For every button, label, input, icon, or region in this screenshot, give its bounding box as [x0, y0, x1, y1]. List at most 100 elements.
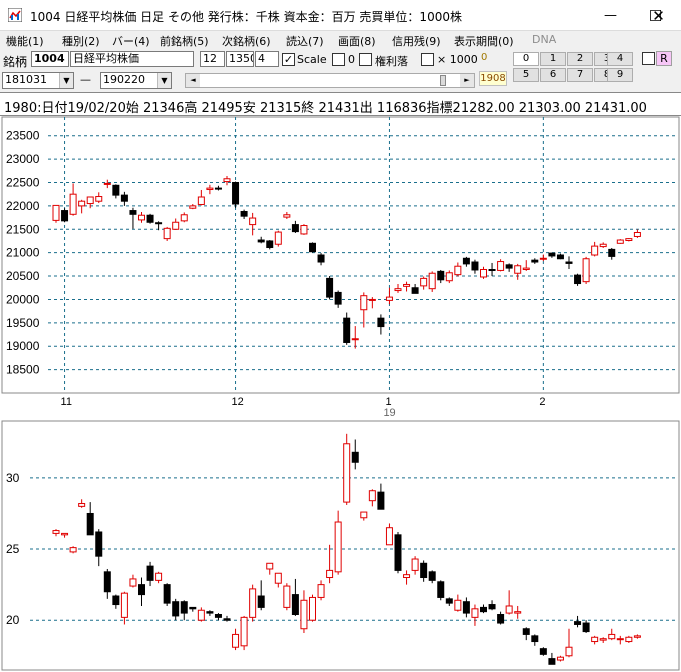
num-button-7[interactable]: 7	[567, 68, 593, 82]
menu-dna: DNA	[532, 33, 557, 46]
candle-body	[385, 296, 393, 301]
candle-body	[616, 638, 624, 641]
candle-body	[52, 204, 60, 221]
price-candle	[616, 239, 624, 244]
stock-code-field[interactable]: 1004	[31, 51, 69, 67]
candle-body	[531, 635, 539, 643]
candle-body	[283, 214, 291, 218]
num-button-1[interactable]: 1	[540, 52, 566, 66]
candle-body	[240, 616, 248, 647]
r-checkbox[interactable]	[642, 52, 655, 65]
candle-body	[445, 272, 453, 282]
close-icon: ✕	[652, 6, 665, 25]
param2-field[interactable]: 1350	[226, 51, 254, 67]
num-button-9[interactable]: 9	[607, 68, 633, 82]
y-tick-label: 22000	[6, 199, 40, 213]
from-date-value: 181031	[5, 73, 47, 86]
price-candle	[625, 238, 633, 242]
candle-body	[172, 601, 180, 617]
y-tick-label: 19000	[6, 339, 40, 353]
num-button-6[interactable]: 6	[540, 68, 566, 82]
stock-name-field[interactable]: 日経平均株価	[70, 51, 194, 67]
zero-checkbox[interactable]	[332, 53, 345, 66]
scale-checkbox[interactable]: ✓	[282, 53, 295, 66]
kenri-checkbox[interactable]	[359, 53, 372, 66]
zero-label: 0	[348, 53, 355, 66]
candle-body	[197, 196, 205, 205]
menu-next-stock[interactable]: 次銘柄(6)	[222, 33, 271, 49]
x1000-checkbox[interactable]	[421, 53, 434, 66]
candle-body	[403, 574, 411, 579]
title-bar[interactable]: 1004 日経平均株価 日足 その他 発行株：千株 資本金：百万 売買単位：10…	[0, 0, 681, 31]
menu-kinou[interactable]: 機能(1)	[6, 33, 44, 49]
candle-body	[112, 595, 120, 606]
price-candle	[300, 224, 308, 235]
candle-body	[69, 193, 77, 215]
scroll-right-button[interactable]: ►	[460, 74, 474, 87]
scroll-thumb[interactable]	[440, 75, 446, 86]
y-tick-label: 21000	[6, 246, 40, 260]
y-tick-label: 19500	[6, 316, 40, 330]
candle-body	[394, 534, 402, 571]
menu-shubetsu[interactable]: 種別(2)	[62, 33, 100, 49]
candle-body	[411, 558, 419, 571]
candle-body	[86, 512, 94, 536]
candle-body	[368, 298, 376, 301]
indicator-candle	[283, 583, 291, 611]
menu-load[interactable]: 読込(7)	[286, 33, 324, 49]
scroll-left-button[interactable]: ◄	[186, 74, 200, 87]
candle-body	[69, 547, 77, 553]
badge-bottom: 1908	[479, 71, 507, 86]
period-scrollbar[interactable]: ◄ ►	[185, 73, 475, 88]
candle-body	[343, 317, 351, 343]
candle-body	[377, 317, 385, 328]
candle-body	[232, 633, 240, 648]
to-date-select[interactable]: 190220 ▼	[100, 72, 172, 89]
candlestick-chart[interactable]: 18500 19000 19500 20000 20500 21000 21500 22000…	[0, 116, 681, 672]
param3-field[interactable]: 4	[255, 51, 279, 67]
candle-body	[326, 277, 334, 298]
candle-body	[180, 601, 188, 614]
candle-body	[138, 214, 145, 221]
r-toggle-button[interactable]: R	[656, 51, 672, 66]
candle-body	[78, 200, 86, 207]
candle-body	[334, 521, 342, 573]
menu-margin-balance[interactable]: 信用残(9)	[392, 33, 441, 49]
price-candle	[309, 242, 316, 253]
candle-body	[112, 184, 120, 196]
price-candle	[582, 256, 590, 285]
close-button[interactable]: ✕	[636, 0, 681, 31]
menu-screen[interactable]: 画面(8)	[338, 33, 376, 49]
candle-body	[454, 599, 462, 611]
num-button-0[interactable]: 0	[513, 52, 539, 66]
param1-field[interactable]: 12	[200, 51, 225, 67]
candle-body	[163, 584, 171, 604]
indicator-candle	[309, 594, 316, 622]
indicator-candle	[539, 647, 547, 656]
candle-body	[197, 609, 205, 621]
x-month-label: 12	[232, 396, 244, 408]
menu-prev-stock[interactable]: 前銘柄(5)	[160, 33, 209, 49]
candle-body	[462, 601, 470, 614]
num-button-4[interactable]: 4	[607, 52, 633, 66]
from-date-select[interactable]: 181031 ▼	[2, 72, 74, 89]
kenri-label: 権利落	[375, 55, 408, 68]
menu-bar-type[interactable]: バー(4)	[112, 33, 150, 49]
candle-body	[514, 611, 522, 614]
candle-body	[377, 491, 385, 510]
num-button-5[interactable]: 5	[513, 68, 539, 82]
candle-body	[505, 264, 513, 269]
check-mark-icon: ✓	[283, 53, 294, 66]
candle-body	[61, 532, 69, 536]
candle-body	[488, 269, 496, 272]
candle-body	[249, 217, 257, 226]
candle-body	[522, 267, 530, 271]
candle-body	[274, 231, 282, 245]
num-button-2[interactable]: 2	[567, 52, 593, 66]
candle-body	[488, 604, 496, 610]
menu-display-period[interactable]: 表示期間(0)	[454, 33, 514, 49]
price-candle	[232, 181, 240, 208]
candle-body	[180, 214, 188, 222]
candle-body	[556, 656, 564, 661]
candle-body	[309, 242, 316, 253]
